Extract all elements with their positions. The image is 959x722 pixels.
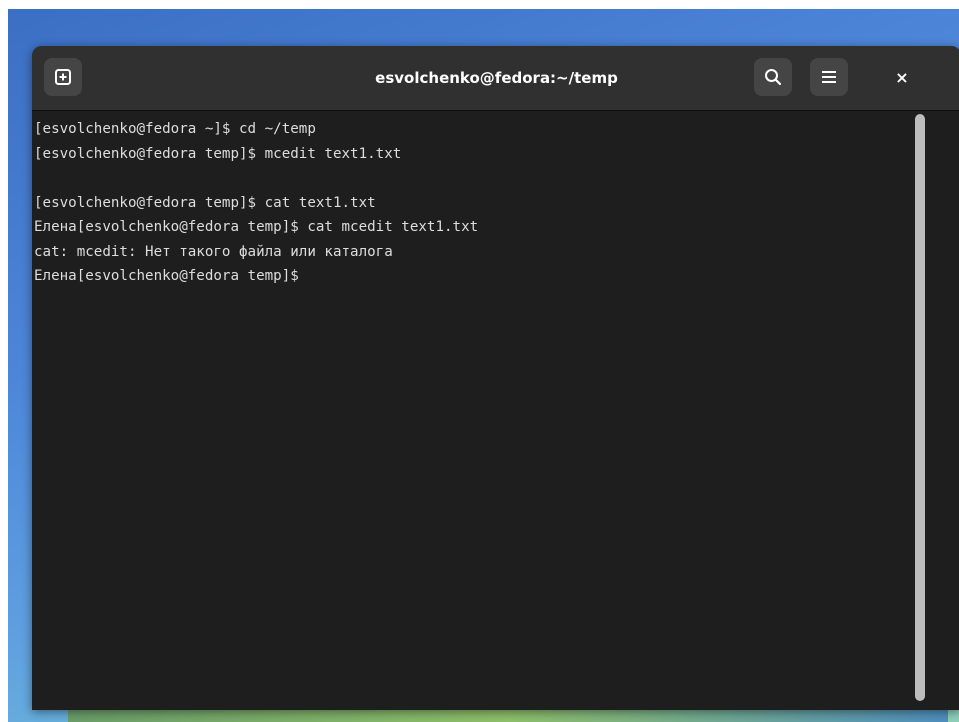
terminal-output[interactable]: [esvolchenko@fedora ~]$ cd ~/temp [esvol… bbox=[32, 111, 912, 710]
terminal-line: cat: mcedit: Нет такого файла или катало… bbox=[34, 243, 393, 260]
scrollbar-thumb[interactable] bbox=[915, 114, 925, 701]
terminal-line: [esvolchenko@fedora ~]$ cd ~/temp bbox=[34, 121, 316, 137]
terminal-window: esvolchenko@fedora:~/temp × [esvolchenko… bbox=[32, 46, 959, 710]
window-title: esvolchenko@fedora:~/temp bbox=[375, 69, 618, 87]
vertical-scrollbar[interactable] bbox=[913, 112, 927, 710]
terminal-line: [esvolchenko@fedora temp]$ cat text1.txt bbox=[34, 194, 376, 211]
terminal-line: [esvolchenko@fedora temp]$ mcedit text1.… bbox=[34, 145, 402, 162]
close-button[interactable]: × bbox=[887, 62, 917, 92]
hamburger-menu-icon bbox=[822, 71, 836, 83]
search-button[interactable] bbox=[754, 58, 792, 96]
new-tab-icon bbox=[55, 69, 71, 85]
search-icon bbox=[765, 69, 782, 86]
terminal-line: Елена[esvolchenko@fedora temp]$ cat mced… bbox=[34, 219, 479, 235]
terminal-prompt-line: Елена[esvolchenko@fedora temp]$ bbox=[34, 268, 308, 284]
new-tab-button[interactable] bbox=[44, 58, 82, 96]
menu-button[interactable] bbox=[810, 58, 848, 96]
titlebar: esvolchenko@fedora:~/temp × bbox=[32, 46, 959, 111]
close-icon: × bbox=[895, 67, 909, 87]
